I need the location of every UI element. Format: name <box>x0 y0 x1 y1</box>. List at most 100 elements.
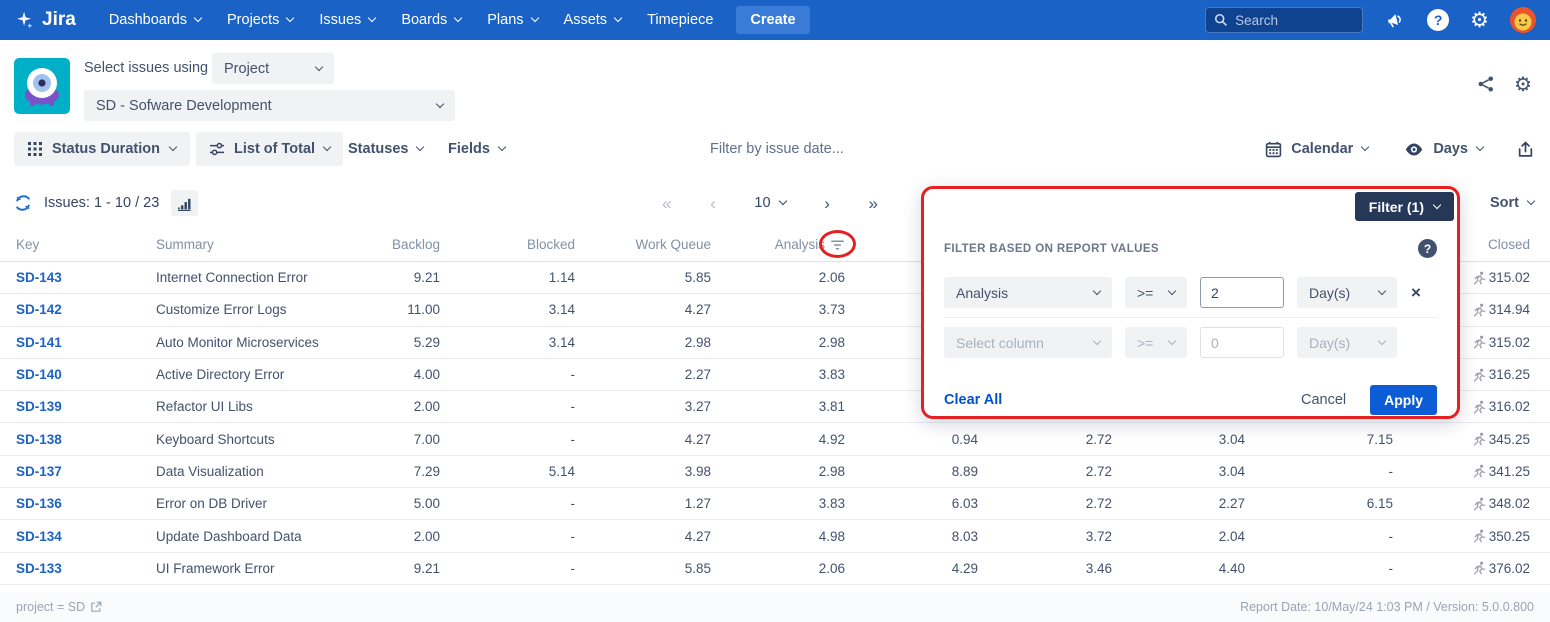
unit-select[interactable]: Day(s) <box>1297 327 1397 358</box>
chevron-down-icon <box>1476 143 1484 151</box>
share-icon[interactable] <box>1477 75 1495 93</box>
chevron-down-icon <box>614 14 622 22</box>
page-size-select[interactable]: 10 <box>754 195 785 211</box>
duration-value: - <box>440 399 575 414</box>
help-icon[interactable]: ? <box>1427 9 1449 31</box>
operator-select[interactable]: >= <box>1125 277 1187 308</box>
filter-help-icon[interactable]: ? <box>1418 239 1437 258</box>
key-cell: SD-137 <box>16 464 156 479</box>
first-page-button[interactable]: « <box>662 195 671 212</box>
issue-key-link[interactable]: SD-136 <box>16 496 62 511</box>
user-avatar[interactable] <box>1510 7 1536 33</box>
chevron-down-icon <box>1168 286 1176 294</box>
issue-key-link[interactable]: SD-143 <box>16 270 62 285</box>
issue-key-link[interactable]: SD-138 <box>16 432 62 447</box>
jql-text: project = SD <box>16 600 85 614</box>
duration-value: 2.06 <box>711 270 845 285</box>
chevron-down-icon <box>169 143 177 151</box>
duration-value: - <box>440 432 575 447</box>
key-cell: SD-140 <box>16 367 156 382</box>
issue-source-select[interactable]: Project <box>212 53 334 84</box>
issue-key-link[interactable]: SD-137 <box>16 464 62 479</box>
page-size-value: 10 <box>754 195 770 211</box>
duration-value: 2.00 <box>380 399 440 414</box>
nav-item-boards[interactable]: Boards <box>388 0 474 40</box>
nav-item-plans[interactable]: Plans <box>474 0 550 40</box>
search-input[interactable] <box>1235 13 1347 28</box>
duration-value: 2.98 <box>711 335 845 350</box>
time-unit-dropdown[interactable]: Days <box>1404 141 1483 157</box>
column-header-label: Backlog <box>392 237 440 252</box>
statuses-dropdown[interactable]: Statuses <box>348 132 423 166</box>
megaphone-icon[interactable] <box>1384 10 1406 30</box>
column-header[interactable]: Blocked <box>440 237 575 252</box>
key-cell: SD-138 <box>16 432 156 447</box>
chart-view-button[interactable] <box>171 190 198 216</box>
operator-select[interactable]: >= <box>1125 327 1187 358</box>
apply-button[interactable]: Apply <box>1370 385 1437 415</box>
filter-funnel-icon[interactable] <box>830 239 845 251</box>
issue-key-link[interactable]: SD-139 <box>16 399 62 414</box>
report-type-value: Status Duration <box>52 141 160 157</box>
cancel-button[interactable]: Cancel <box>1301 392 1346 408</box>
key-cell: SD-143 <box>16 270 156 285</box>
issue-key-link[interactable]: SD-134 <box>16 529 62 544</box>
column-header[interactable]: Work Queue <box>575 237 711 252</box>
nav-item-issues[interactable]: Issues <box>306 0 388 40</box>
unit-select[interactable]: Day(s) <box>1297 277 1397 308</box>
nav-item-assets[interactable]: Assets <box>551 0 635 40</box>
column-select[interactable]: Select column <box>944 327 1112 358</box>
last-page-button[interactable]: » <box>869 195 878 212</box>
closed-value: 341.25 <box>1393 464 1530 479</box>
settings-gear-icon[interactable]: ⚙ <box>1470 10 1489 31</box>
closed-number: 316.02 <box>1489 399 1530 414</box>
column-header[interactable]: Backlog <box>380 237 440 252</box>
threshold-input[interactable] <box>1200 277 1284 308</box>
report-toolbar: Status Duration List of Total Statuses F… <box>0 132 1550 166</box>
duration-value: 4.98 <box>711 529 845 544</box>
calendar-label: Calendar <box>1291 141 1353 157</box>
prev-page-button[interactable]: ‹ <box>710 195 716 212</box>
chevron-down-icon <box>416 143 424 151</box>
nav-item-dashboards[interactable]: Dashboards <box>96 0 214 40</box>
filter-button[interactable]: Filter (1) <box>1355 192 1454 221</box>
report-settings-gear-icon[interactable]: ⚙ <box>1514 74 1532 94</box>
issue-key-link[interactable]: SD-133 <box>16 561 62 576</box>
statuses-label: Statuses <box>348 141 408 157</box>
runner-icon <box>1472 432 1486 446</box>
nav-item-projects[interactable]: Projects <box>214 0 306 40</box>
column-header[interactable]: Summary <box>156 237 380 252</box>
column-header-label: Key <box>16 237 39 252</box>
project-select[interactable]: SD - Sofware Development <box>84 90 455 121</box>
issue-key-link[interactable]: SD-141 <box>16 335 62 350</box>
search-box[interactable] <box>1205 7 1363 33</box>
table-row: SD-137Data Visualization7.295.143.982.98… <box>0 456 1550 488</box>
chevron-down-icon <box>778 197 786 205</box>
export-button[interactable] <box>1517 141 1534 158</box>
issue-key-link[interactable]: SD-142 <box>16 302 62 317</box>
issue-date-filter[interactable]: Filter by issue date... <box>710 132 844 166</box>
jira-logo[interactable]: Jira <box>14 9 76 31</box>
column-select[interactable]: Analysis <box>944 277 1112 308</box>
fields-dropdown[interactable]: Fields <box>448 132 505 166</box>
view-select[interactable]: List of Total <box>196 132 343 166</box>
column-header[interactable]: Key <box>16 237 156 252</box>
next-page-button[interactable]: › <box>824 195 830 212</box>
chevron-down-icon <box>1093 286 1101 294</box>
issue-key-link[interactable]: SD-140 <box>16 367 62 382</box>
duration-value: - <box>440 496 575 511</box>
column-header[interactable]: Analysis <box>711 237 845 252</box>
sort-label: Sort <box>1490 195 1519 211</box>
external-link-icon[interactable] <box>90 601 102 613</box>
remove-condition-icon[interactable]: × <box>1411 283 1421 303</box>
nav-item-timepiece[interactable]: Timepiece <box>634 0 726 40</box>
sort-dropdown[interactable]: Sort <box>1490 186 1534 220</box>
duration-value: 5.14 <box>440 464 575 479</box>
refresh-icon[interactable] <box>14 194 32 212</box>
create-button[interactable]: Create <box>736 6 809 34</box>
threshold-input[interactable] <box>1200 327 1284 358</box>
report-type-select[interactable]: Status Duration <box>14 132 190 166</box>
issue-summary: Keyboard Shortcuts <box>156 432 380 447</box>
clear-all-link[interactable]: Clear All <box>944 392 1002 408</box>
calendar-dropdown[interactable]: Calendar <box>1265 141 1368 158</box>
